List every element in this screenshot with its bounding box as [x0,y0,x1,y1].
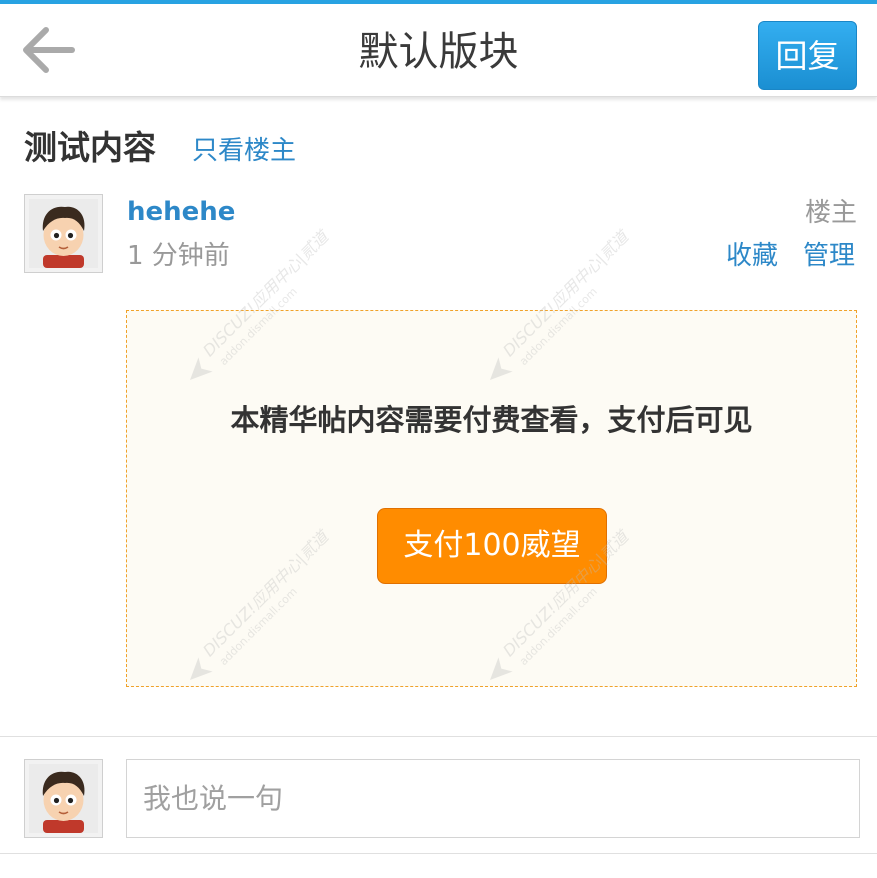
paywall-message: 本精华帖内容需要付费查看，支付后可见 [230,403,753,437]
avatar-icon [29,764,98,833]
favorite-link[interactable]: 收藏 [726,238,778,274]
author-badge: 楼主 [804,198,857,228]
paywall-box: 本精华帖内容需要付费查看，支付后可见 支付100威望 [126,310,857,687]
thread-title: 测试内容 [24,128,156,167]
only-author-link[interactable]: 只看楼主 [192,131,296,171]
post-time: 1 分钟前 [127,241,230,271]
username-link[interactable]: hehehe [127,194,235,230]
avatar-icon [29,199,98,268]
pay-button[interactable]: 支付100威望 [377,508,607,584]
page: 默认版块 回复 测试内容 只看楼主 hehehe 1 分钟前 楼主 收藏 管理 … [0,0,877,878]
manage-link[interactable]: 管理 [803,238,855,274]
divider [0,736,877,737]
header-bar: 默认版块 回复 [0,4,877,97]
divider [0,853,877,854]
page-title: 默认版块 [358,29,519,75]
commenter-avatar [24,759,103,838]
comment-input[interactable] [126,759,860,838]
arrow-left-icon [23,27,75,73]
back-button[interactable] [18,24,78,76]
avatar[interactable] [24,194,103,273]
reply-button[interactable]: 回复 [758,21,857,90]
